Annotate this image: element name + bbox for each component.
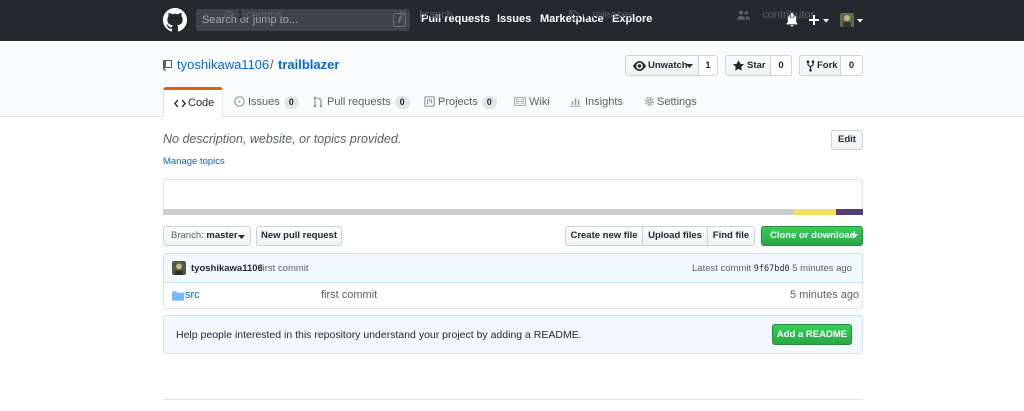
edit-button[interactable]: Edit [831, 130, 863, 150]
releases-count: 0 [583, 9, 590, 21]
forks-count[interactable]: 0 [841, 55, 863, 76]
eye-icon [633, 61, 646, 71]
unwatch-label: Unwatch [648, 60, 688, 71]
create-new-file-button[interactable]: Create new file [565, 226, 643, 246]
branch-icon [399, 10, 407, 21]
caret-down-icon [238, 235, 245, 239]
caret-down-icon [851, 234, 858, 238]
repo-header [0, 41, 1024, 117]
unwatch-button[interactable]: Unwatch [625, 55, 699, 76]
repo-owner-link[interactable]: tyoshikawa1106 [177, 57, 269, 72]
code-icon [174, 99, 186, 108]
commits-label: commit [246, 9, 282, 21]
history-icon [224, 10, 234, 20]
tag-icon [569, 10, 580, 21]
fork-label: Fork [817, 60, 838, 71]
upload-files-button[interactable]: Upload files [643, 226, 708, 246]
repo-description: No description, website, or topics provi… [163, 132, 402, 146]
caret-down-icon [686, 64, 693, 68]
repo-icon [163, 60, 172, 71]
star-label: Star [747, 60, 766, 71]
global-header: / Pull requests Issues Marketplace Explo… [0, 0, 1024, 41]
tab-settings-label: Settings [657, 96, 697, 108]
branches-count: 1 [410, 9, 417, 21]
branch-prefix: Branch: [171, 230, 204, 241]
contributors-label: contributor [762, 9, 815, 21]
nav-issues[interactable]: Issues [497, 13, 531, 25]
issue-icon [234, 96, 245, 107]
repo-name-link[interactable]: trailblazer [278, 57, 339, 72]
latest-commit-bar: tyoshikawa1106 first commit Latest commi… [163, 253, 863, 283]
language-segment-other [163, 209, 794, 215]
branch-name: master [206, 230, 238, 241]
fork-icon [806, 60, 815, 72]
releases-label: releases [592, 9, 634, 21]
language-segment-css [836, 209, 863, 215]
commit-time: 5 minutes ago [792, 263, 852, 274]
graph-icon [570, 98, 581, 107]
star-button[interactable]: Star [725, 55, 771, 76]
commit-sha-link[interactable]: 9f67bd0 [754, 264, 790, 274]
project-icon [424, 96, 435, 107]
file-name-link[interactable]: src [185, 289, 200, 301]
file-age: 5 minutes ago [790, 289, 860, 301]
commit-author-link[interactable]: tyoshikawa1106 [191, 263, 263, 274]
pull-request-icon [313, 96, 323, 108]
tab-code[interactable]: Code [163, 87, 223, 117]
contributors-count: 1 [753, 9, 760, 21]
star-icon [733, 60, 744, 71]
watchers-count[interactable]: 1 [699, 55, 718, 76]
github-logo-icon[interactable] [163, 8, 187, 32]
find-file-button[interactable]: Find file [708, 226, 755, 246]
repo-separator: / [270, 57, 274, 72]
projects-counter: 0 [481, 96, 497, 109]
commit-message-link[interactable]: first commit [260, 263, 309, 274]
stargazers-count[interactable]: 0 [771, 55, 792, 76]
tab-wiki-label: Wiki [529, 96, 550, 108]
tab-pull-requests-label: Pull requests [327, 96, 391, 108]
file-commit-message-link[interactable]: first commit [321, 289, 377, 301]
gear-icon [644, 96, 655, 107]
readme-prompt-text: Help people interested in this repositor… [176, 329, 582, 341]
add-readme-button[interactable]: Add a README [772, 324, 852, 345]
branch-select-button[interactable]: Branch: master [163, 226, 251, 246]
language-segment-javascript [794, 209, 836, 215]
wiki-icon [514, 97, 526, 106]
avatar-menu-icon[interactable] [840, 12, 864, 28]
avatar[interactable] [172, 261, 186, 275]
new-pull-request-button[interactable]: New pull request [256, 226, 342, 246]
tab-issues-label: Issues [248, 96, 280, 108]
clone-label: Clone or download [770, 230, 856, 241]
footer-divider [163, 399, 863, 400]
branches-label: branch [419, 9, 453, 21]
tab-projects-label: Projects [438, 96, 478, 108]
clone-or-download-button[interactable]: Clone or download [761, 226, 863, 246]
language-bar[interactable] [163, 209, 863, 215]
file-row[interactable]: src first commit 5 minutes ago [163, 282, 863, 309]
fork-button[interactable]: Fork [799, 55, 841, 76]
pull-requests-counter: 0 [394, 96, 410, 109]
tab-code-label: Code [188, 97, 215, 109]
issues-counter: 0 [283, 96, 299, 109]
tab-insights-label: Insights [585, 96, 623, 108]
manage-topics-link[interactable]: Manage topics [163, 156, 225, 167]
folder-icon [172, 291, 184, 301]
people-icon [737, 10, 750, 20]
commits-count: 1 [237, 9, 244, 21]
readme-prompt: Help people interested in this repositor… [163, 315, 863, 354]
latest-commit-label: Latest commit [692, 263, 752, 274]
